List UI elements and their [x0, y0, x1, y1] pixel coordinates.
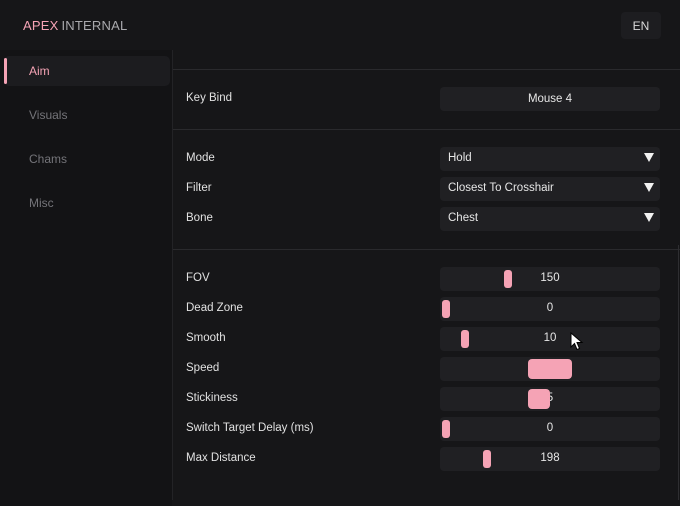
- keybind-row: Key Bind Mouse 4: [173, 87, 680, 111]
- max-distance-label: Max Distance: [186, 452, 256, 464]
- mode-select[interactable]: Hold: [440, 147, 660, 171]
- switch-delay-slider-handle[interactable]: [442, 420, 450, 438]
- divider: [173, 69, 680, 70]
- max-distance-row: Max Distance 198: [173, 447, 680, 471]
- speed-label: Speed: [186, 362, 220, 374]
- speed-slider-handle[interactable]: [528, 359, 572, 379]
- fov-value: 150: [540, 272, 560, 284]
- dead-zone-slider-handle[interactable]: [442, 300, 450, 318]
- sidebar: Aim Visuals Chams Misc: [0, 50, 172, 506]
- speed-row: Speed 3: [173, 357, 680, 381]
- smooth-slider-handle[interactable]: [461, 330, 469, 348]
- bone-label: Bone: [186, 212, 213, 224]
- filter-row: Filter Closest To Crosshair: [173, 177, 680, 201]
- filter-value: Closest To Crosshair: [448, 182, 554, 194]
- chevron-down-icon: [644, 183, 654, 192]
- mode-row: Mode Hold: [173, 147, 680, 171]
- stickiness-slider[interactable]: 5: [440, 387, 660, 411]
- stickiness-value: 5: [546, 392, 554, 404]
- app-window: APEX INTERNAL EN Aim Visuals Chams Misc K…: [0, 0, 680, 506]
- divider: [173, 249, 680, 250]
- keybind-label: Key Bind: [186, 92, 233, 104]
- bone-value: Chest: [448, 212, 479, 224]
- mode-label: Mode: [186, 152, 215, 164]
- switch-delay-slider[interactable]: 0: [440, 417, 660, 441]
- speed-slider[interactable]: 3: [440, 357, 660, 381]
- mouse-cursor-icon: [570, 332, 584, 351]
- max-distance-value: 198: [540, 452, 560, 464]
- switch-delay-row: Switch Target Delay (ms) 0: [173, 417, 680, 441]
- dead-zone-value: 0: [546, 302, 554, 314]
- mode-value: Hold: [448, 152, 472, 164]
- filter-select[interactable]: Closest To Crosshair: [440, 177, 660, 201]
- fov-slider[interactable]: 150: [440, 267, 660, 291]
- divider: [173, 129, 680, 130]
- fov-row: FOV 150: [173, 267, 680, 291]
- stickiness-slider-handle[interactable]: [528, 389, 550, 409]
- filter-label: Filter: [186, 182, 212, 194]
- smooth-row: Smooth 10: [173, 327, 680, 351]
- aim-settings-panel: Key Bind Mouse 4 Mode Hold Filter Closes…: [172, 50, 680, 500]
- smooth-value: 10: [543, 332, 557, 344]
- stickiness-label: Stickiness: [186, 392, 238, 404]
- brand-accent: APEX: [23, 18, 59, 33]
- sidebar-item-aim[interactable]: Aim: [4, 56, 170, 86]
- language-button[interactable]: EN: [621, 12, 661, 39]
- bone-select[interactable]: Chest: [440, 207, 660, 231]
- title-bar: APEX INTERNAL EN: [0, 0, 680, 50]
- max-distance-slider-handle[interactable]: [483, 450, 491, 468]
- brand-rest: INTERNAL: [61, 18, 128, 33]
- chevron-down-icon: [644, 153, 654, 162]
- bone-row: Bone Chest: [173, 207, 680, 231]
- switch-delay-value: 0: [546, 422, 554, 434]
- app-logo: APEX INTERNAL: [23, 18, 127, 33]
- dead-zone-slider[interactable]: 0: [440, 297, 660, 321]
- fov-label: FOV: [186, 272, 210, 284]
- stickiness-row: Stickiness 5: [173, 387, 680, 411]
- switch-delay-label: Switch Target Delay (ms): [186, 422, 314, 434]
- smooth-slider[interactable]: 10: [440, 327, 660, 351]
- sidebar-item-visuals[interactable]: Visuals: [4, 100, 170, 130]
- smooth-label: Smooth: [186, 332, 226, 344]
- dead-zone-row: Dead Zone 0: [173, 297, 680, 321]
- sidebar-item-chams[interactable]: Chams: [4, 144, 170, 174]
- chevron-down-icon: [644, 213, 654, 222]
- sidebar-item-misc[interactable]: Misc: [4, 188, 170, 218]
- keybind-button[interactable]: Mouse 4: [440, 87, 660, 111]
- max-distance-slider[interactable]: 198: [440, 447, 660, 471]
- dead-zone-label: Dead Zone: [186, 302, 243, 314]
- fov-slider-handle[interactable]: [504, 270, 512, 288]
